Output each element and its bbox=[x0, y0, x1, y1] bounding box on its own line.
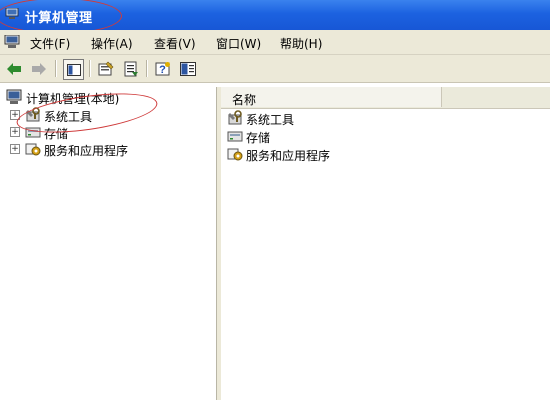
tree-root-label: 计算机管理(本地) bbox=[26, 92, 120, 106]
column-header-label: 名称 bbox=[232, 93, 257, 107]
show-hide-tree-button[interactable] bbox=[63, 59, 84, 80]
action-pane-icon bbox=[180, 62, 196, 76]
console-tree-icon bbox=[66, 63, 81, 76]
list-item-label: 系统工具 bbox=[246, 113, 295, 127]
toolbar-separator bbox=[55, 60, 57, 77]
menu-help[interactable]: 帮助(H) bbox=[280, 35, 322, 52]
services-icon bbox=[227, 148, 243, 161]
title-bar[interactable]: 计算机管理 bbox=[0, 0, 550, 30]
expand-icon[interactable]: + bbox=[10, 144, 20, 154]
export-list-button[interactable] bbox=[121, 59, 141, 79]
forward-button[interactable] bbox=[29, 59, 49, 79]
menu-window[interactable]: 窗口(W) bbox=[216, 35, 261, 52]
storage-icon bbox=[227, 131, 243, 142]
toolbar-separator bbox=[146, 60, 148, 77]
computer-management-icon bbox=[5, 8, 19, 19]
properties-icon bbox=[98, 61, 114, 76]
properties-button[interactable] bbox=[96, 59, 116, 79]
console-tree-pane[interactable]: 计算机管理(本地) + 系统工具 + 存储 + 服务和应用程序 bbox=[0, 87, 217, 400]
toolbar: ? bbox=[0, 55, 550, 83]
export-list-icon bbox=[124, 61, 138, 77]
menu-file[interactable]: 文件(F) bbox=[30, 35, 70, 52]
show-hide-action-pane-button[interactable] bbox=[178, 59, 198, 79]
expand-icon[interactable]: + bbox=[10, 110, 20, 120]
tools-icon bbox=[228, 110, 242, 125]
menu-view[interactable]: 查看(V) bbox=[154, 35, 196, 52]
tree-item-label: 系统工具 bbox=[44, 110, 93, 124]
services-icon bbox=[25, 143, 41, 156]
computer-management-icon bbox=[6, 89, 22, 104]
details-pane[interactable]: 名称 系统工具 存储 服务和应用程序 bbox=[221, 87, 550, 400]
forward-arrow-icon bbox=[32, 63, 46, 75]
list-item-label: 服务和应用程序 bbox=[246, 149, 331, 163]
column-header-name[interactable]: 名称 bbox=[221, 87, 442, 107]
window-title: 计算机管理 bbox=[25, 11, 93, 26]
menu-action[interactable]: 操作(A) bbox=[91, 35, 133, 52]
tree-item-label: 存储 bbox=[44, 127, 69, 141]
storage-icon bbox=[25, 127, 41, 138]
toolbar-separator bbox=[89, 60, 91, 77]
list-item-label: 存储 bbox=[246, 131, 271, 145]
computer-management-icon[interactable] bbox=[4, 35, 20, 49]
list-header: 名称 bbox=[221, 87, 550, 109]
back-arrow-icon bbox=[7, 63, 21, 75]
svg-text:?: ? bbox=[159, 64, 166, 76]
help-icon: ? bbox=[155, 62, 170, 76]
tools-icon bbox=[26, 107, 40, 122]
back-button[interactable] bbox=[4, 59, 24, 79]
menu-bar: 文件(F) 操作(A) 查看(V) 窗口(W) 帮助(H) bbox=[0, 30, 550, 55]
help-button[interactable]: ? bbox=[153, 59, 173, 79]
expand-icon[interactable]: + bbox=[10, 127, 20, 137]
tree-item-label: 服务和应用程序 bbox=[44, 144, 129, 158]
